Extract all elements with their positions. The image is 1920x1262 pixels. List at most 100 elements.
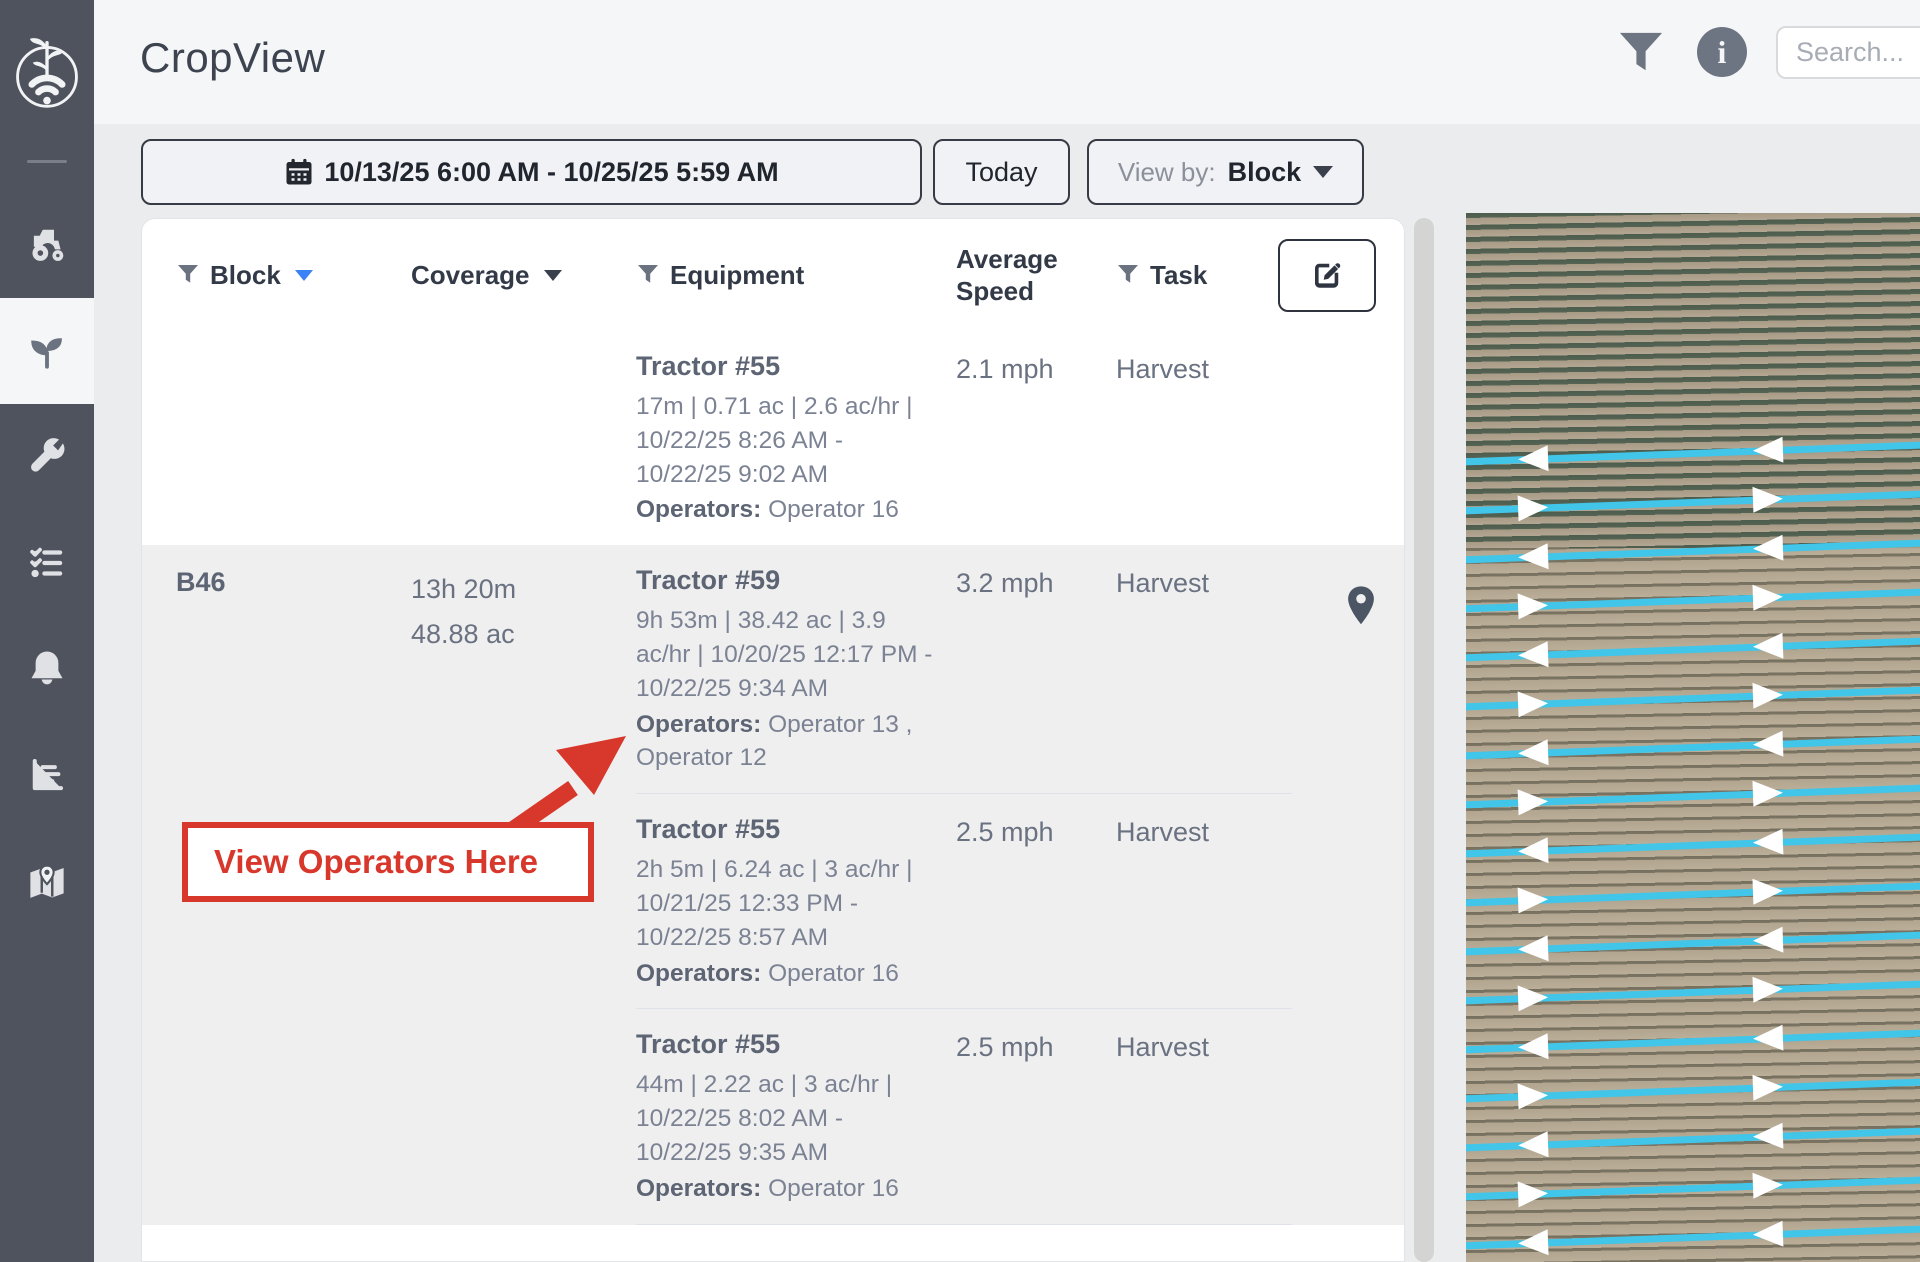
sidebar-item-maintenance[interactable]: [0, 404, 94, 510]
block-cell: [176, 331, 411, 545]
sidebar-item-notifications[interactable]: [0, 616, 94, 722]
column-block[interactable]: Block: [176, 259, 411, 292]
equipment-cell: Tractor #59 9h 53m | 38.42 ac | 3.9 ac/h…: [636, 565, 956, 775]
column-block-label: Block: [210, 259, 281, 292]
direction-arrow-icon: [1518, 494, 1549, 521]
operators-label: Operators:: [636, 1175, 761, 1202]
app-header: CropView i: [94, 0, 1920, 124]
sidebar-item-crops[interactable]: [0, 298, 94, 404]
operators-value: Operator 16: [768, 1175, 899, 1202]
date-range-button[interactable]: 10/13/25 6:00 AM - 10/25/25 5:59 AM: [141, 139, 922, 205]
view-by-label: View by:: [1118, 157, 1216, 188]
sidebar-item-equipment[interactable]: [0, 192, 94, 298]
equipment-name: Tractor #55: [636, 351, 936, 382]
location-pin-icon[interactable]: [1344, 585, 1378, 627]
annotation-label: View Operators Here: [214, 843, 538, 881]
operators-line: Operators: Operator 16: [636, 1172, 936, 1206]
equipment-name: Tractor #55: [636, 1029, 936, 1060]
direction-arrow-icon: [1752, 976, 1783, 1003]
operators-value: Operator 16: [768, 960, 899, 987]
direction-arrow-icon: [1518, 1082, 1549, 1109]
sort-caret-icon[interactable]: [544, 270, 562, 281]
direction-arrow-icon: [1518, 592, 1549, 619]
direction-arrow-icon: [1518, 984, 1549, 1011]
equipment-entry: [636, 1224, 1292, 1225]
scrollbar-track[interactable]: [1414, 218, 1434, 1262]
direction-arrow-icon: [1752, 1123, 1783, 1150]
column-equipment[interactable]: Equipment: [636, 259, 956, 292]
chevron-down-icon: [1313, 166, 1333, 178]
date-range-text: 10/13/25 6:00 AM - 10/25/25 5:59 AM: [324, 157, 778, 188]
equipment-name: Tractor #55: [636, 814, 936, 845]
info-icon[interactable]: i: [1697, 27, 1747, 77]
filter-icon[interactable]: [636, 263, 660, 287]
column-average-speed-label: Average Speed: [956, 243, 1106, 308]
cropview-logo[interactable]: [0, 14, 94, 134]
direction-arrow-icon: [1752, 535, 1783, 562]
operators-label: Operators:: [636, 496, 761, 523]
equipment-details: 44m | 2.22 ac | 3 ac/hr | 10/22/25 8:02 …: [636, 1068, 936, 1169]
table-header: Block Coverage Equipment Average Speed T…: [142, 219, 1404, 331]
equipment-entry[interactable]: Tractor #55 17m | 0.71 ac | 2.6 ac/hr | …: [636, 331, 1292, 545]
sort-caret-icon[interactable]: [295, 270, 313, 281]
direction-arrow-icon: [1518, 1180, 1549, 1207]
bar-chart-icon: [26, 754, 68, 796]
sidebar-nav: [0, 192, 94, 934]
task-cell: Harvest: [1116, 565, 1266, 775]
equipment-entries: Tractor #55 17m | 0.71 ac | 2.6 ac/hr | …: [636, 331, 1404, 545]
sidebar-divider: [27, 160, 67, 163]
operators-line: Operators: Operator 16: [636, 493, 936, 527]
table-row[interactable]: Tractor #55 17m | 0.71 ac | 2.6 ac/hr | …: [142, 331, 1404, 545]
tractor-icon: [26, 224, 68, 266]
direction-arrow-icon: [1752, 1074, 1783, 1101]
direction-arrow-icon: [1752, 1172, 1783, 1199]
search-input[interactable]: [1776, 26, 1920, 79]
direction-arrow-icon: [1518, 641, 1549, 668]
map-icon: [26, 860, 68, 902]
bell-icon: [26, 648, 68, 690]
scrollbar-thumb[interactable]: [1414, 218, 1434, 1262]
activity-table: Block Coverage Equipment Average Speed T…: [141, 218, 1405, 1262]
equipment-details: 9h 53m | 38.42 ac | 3.9 ac/hr | 10/20/25…: [636, 604, 936, 705]
direction-arrow-icon: [1752, 878, 1783, 905]
column-task-label: Task: [1150, 259, 1207, 292]
coverage-time: 13h 20m: [411, 567, 636, 612]
equipment-entry[interactable]: Tractor #59 9h 53m | 38.42 ac | 3.9 ac/h…: [636, 545, 1292, 793]
direction-arrow-icon: [1518, 837, 1549, 864]
info-glyph: i: [1718, 34, 1727, 71]
operators-line: Operators: Operator 13 , Operator 12: [636, 708, 936, 776]
direction-arrow-icon: [1752, 780, 1783, 807]
edit-button[interactable]: [1278, 239, 1376, 312]
sidebar-item-reports[interactable]: [0, 722, 94, 828]
sidebar: [0, 0, 94, 1262]
average-speed-cell: 2.1 mph: [956, 351, 1116, 527]
direction-arrow-icon: [1518, 1131, 1549, 1158]
direction-arrow-icon: [1518, 1229, 1549, 1256]
column-coverage[interactable]: Coverage: [411, 259, 636, 292]
sidebar-item-map[interactable]: [0, 828, 94, 934]
sidebar-item-tasks[interactable]: [0, 510, 94, 616]
task-cell: Harvest: [1116, 1029, 1266, 1205]
view-by-value: Block: [1228, 157, 1302, 188]
direction-arrow-icon: [1752, 731, 1783, 758]
direction-arrow-icon: [1518, 543, 1549, 570]
operators-label: Operators:: [636, 711, 761, 738]
field-map[interactable]: [1466, 213, 1920, 1262]
equipment-entry[interactable]: Tractor #55 2h 5m | 6.24 ac | 3 ac/hr | …: [636, 793, 1292, 1008]
average-speed-cell: 2.5 mph: [956, 814, 1116, 990]
equipment-cell: Tractor #55 17m | 0.71 ac | 2.6 ac/hr | …: [636, 351, 956, 527]
direction-arrow-icon: [1518, 445, 1549, 472]
today-button[interactable]: Today: [933, 139, 1070, 205]
direction-arrow-icon: [1752, 1025, 1783, 1052]
direction-arrow-icon: [1752, 829, 1783, 856]
direction-arrow-icon: [1518, 1033, 1549, 1060]
equipment-entry[interactable]: Tractor #55 44m | 2.22 ac | 3 ac/hr | 10…: [636, 1008, 1292, 1223]
equipment-name: Tractor #59: [636, 565, 936, 596]
column-coverage-label: Coverage: [411, 259, 530, 292]
view-by-dropdown[interactable]: View by: Block: [1087, 139, 1364, 205]
seedling-icon: [26, 330, 68, 372]
filter-icon[interactable]: [1116, 263, 1140, 287]
column-task[interactable]: Task: [1116, 259, 1266, 292]
funnel-icon[interactable]: [1618, 30, 1664, 74]
filter-icon[interactable]: [176, 263, 200, 287]
